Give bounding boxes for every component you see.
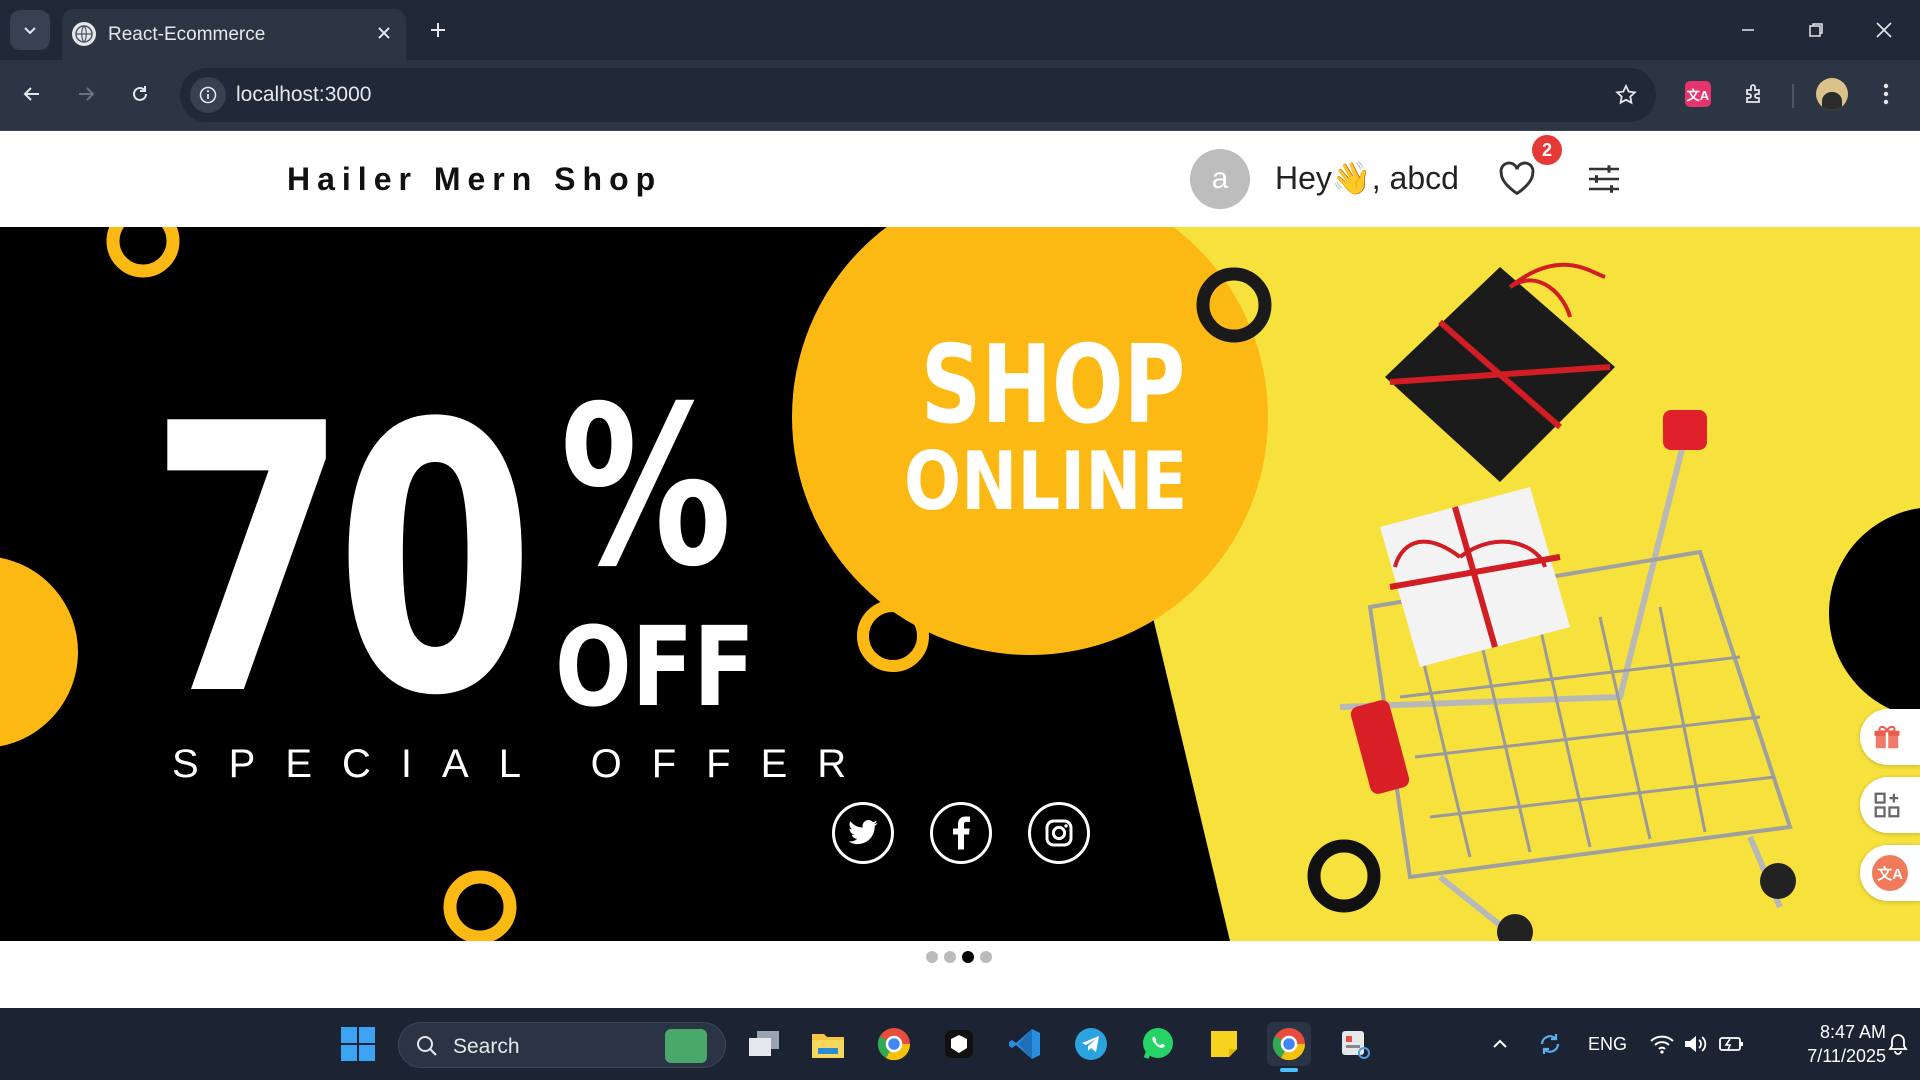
browser-toolbar: localhost:3000 文A: [0, 60, 1920, 131]
instagram-icon: [1028, 802, 1090, 864]
show-hidden-icons-chevron-up-icon[interactable]: [1478, 1022, 1522, 1066]
carousel-indicators: [926, 951, 992, 963]
translate-extension-icon[interactable]: 文A: [1678, 74, 1718, 114]
minimize-icon: [1742, 29, 1754, 31]
windows-taskbar: Search ENG 8:47 AM 7/11/2025: [0, 1008, 1920, 1080]
bookmark-star-icon[interactable]: [1608, 77, 1644, 113]
notification-bell-icon[interactable]: [1876, 1022, 1920, 1066]
browser-menu-icon[interactable]: [1866, 74, 1906, 114]
twitter-icon: [832, 802, 894, 864]
search-highlight-icon: [665, 1029, 707, 1063]
arrow-right-icon: [79, 87, 95, 101]
url-text[interactable]: localhost:3000: [236, 83, 371, 107]
translate-icon: 文A: [1872, 855, 1908, 891]
deal-percentage-number: 70: [148, 347, 536, 777]
avatar-letter: a: [1211, 162, 1229, 195]
plus-icon: [431, 23, 445, 37]
task-view-icon[interactable]: [742, 1022, 786, 1066]
back-button[interactable]: [12, 74, 52, 114]
new-tab-button[interactable]: [418, 12, 458, 48]
language-indicator[interactable]: ENG: [1588, 1034, 1627, 1055]
close-icon: [1876, 22, 1892, 38]
close-icon: [378, 27, 390, 39]
deal-percent-sign: %: [560, 359, 732, 615]
toolbar-divider: [1792, 84, 1794, 108]
user-greeting: Hey👋, abcd: [1275, 160, 1459, 196]
tab-close-button[interactable]: [370, 19, 398, 47]
gift-icon: [1874, 725, 1900, 749]
extensions-puzzle-icon[interactable]: [1734, 74, 1774, 114]
forward-button[interactable]: [66, 74, 106, 114]
carousel-dot[interactable]: [944, 951, 956, 963]
deal-off-text: OFF: [555, 603, 755, 731]
restore-icon: [1809, 23, 1823, 37]
carousel-dot-active[interactable]: [962, 951, 974, 963]
tab-search-button[interactable]: [10, 10, 50, 50]
taskbar-search-box[interactable]: Search: [398, 1022, 726, 1068]
reload-icon: [133, 86, 147, 101]
chrome-active-icon[interactable]: [1267, 1022, 1311, 1066]
facebook-icon: [930, 802, 992, 864]
hero-banner[interactable]: 70 % OFF SPECIAL OFFER SHOP ONLINE 文A: [0, 227, 1920, 941]
add-grid-icon: [1874, 792, 1900, 818]
site-info-icon[interactable]: [190, 77, 226, 113]
browser-titlebar: React-Ecommerce: [0, 0, 1920, 60]
address-bar[interactable]: localhost:3000: [180, 68, 1656, 122]
close-window-button[interactable]: [1856, 8, 1912, 52]
carousel-dot[interactable]: [926, 951, 938, 963]
globe-icon: [72, 22, 96, 46]
reload-button[interactable]: [120, 74, 160, 114]
vscode-icon[interactable]: [1003, 1022, 1047, 1066]
browser-tab-active[interactable]: React-Ecommerce: [62, 9, 406, 60]
battery-icon[interactable]: [1710, 1022, 1754, 1066]
file-explorer-icon[interactable]: [806, 1022, 850, 1066]
telegram-icon[interactable]: [1069, 1022, 1113, 1066]
taskbar-clock[interactable]: 8:47 AM 7/11/2025: [1766, 1020, 1886, 1068]
profile-avatar[interactable]: [1812, 74, 1852, 114]
active-app-indicator: [1280, 1068, 1298, 1072]
translate-widget-button[interactable]: 文A: [1860, 845, 1920, 901]
shop-online-line2: ONLINE: [904, 435, 1188, 528]
clock-time: 8:47 AM: [1819, 1022, 1886, 1042]
search-icon: [417, 1036, 437, 1056]
clock-date: 7/11/2025: [1807, 1046, 1886, 1066]
whatsapp-icon[interactable]: [1136, 1022, 1180, 1066]
user-avatar[interactable]: a: [1190, 149, 1250, 209]
restore-button[interactable]: [1788, 8, 1844, 52]
deal-subtitle: SPECIAL OFFER: [172, 742, 877, 786]
apps-widget-button[interactable]: [1860, 777, 1920, 833]
windows-start-icon[interactable]: [336, 1022, 380, 1066]
site-header: Hailer Mern Shop a Hey👋, abcd 2: [0, 131, 1920, 227]
wishlist-heart-icon[interactable]: [1496, 158, 1538, 200]
arrow-left-icon: [23, 87, 39, 101]
chevron-down-icon: [24, 27, 36, 35]
shop-online-line1: SHOP: [920, 323, 1186, 448]
site-brand[interactable]: Hailer Mern Shop: [287, 161, 662, 198]
minimize-button[interactable]: [1720, 8, 1776, 52]
sticky-notes-icon[interactable]: [1202, 1022, 1246, 1066]
wishlist-count-badge: 2: [1532, 135, 1562, 165]
sync-icon[interactable]: [1528, 1022, 1572, 1066]
chrome-profile-icon[interactable]: [872, 1022, 916, 1066]
taskbar-search-label: Search: [453, 1035, 520, 1058]
snipping-tool-icon[interactable]: [1333, 1022, 1377, 1066]
gift-widget-button[interactable]: [1860, 709, 1920, 765]
app-cube-icon[interactable]: [937, 1022, 981, 1066]
filter-sliders-icon[interactable]: [1584, 159, 1624, 199]
tab-title: React-Ecommerce: [108, 24, 266, 45]
carousel-dot[interactable]: [980, 951, 992, 963]
